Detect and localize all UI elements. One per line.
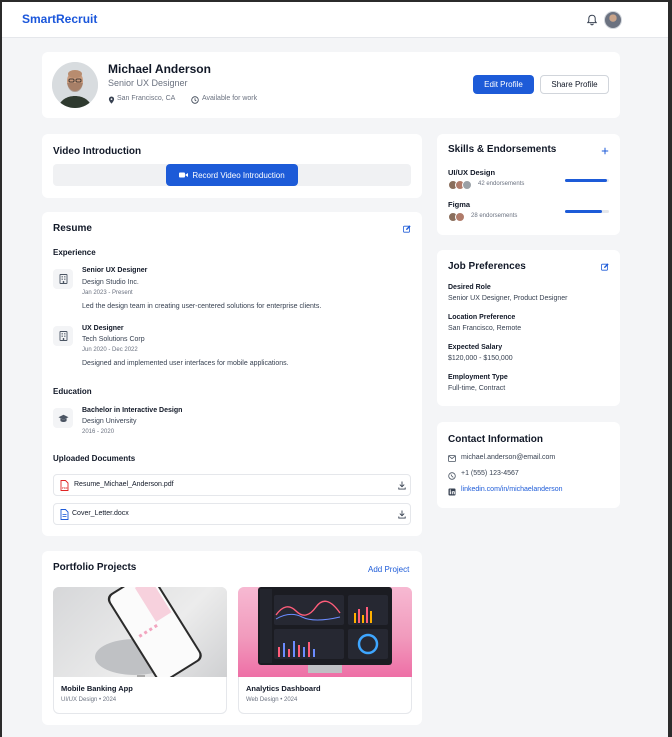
- building-icon: [53, 326, 73, 346]
- user-avatar[interactable]: [604, 11, 622, 29]
- contact-linkedin-link[interactable]: linkedin.com/in/michaelanderson: [461, 486, 563, 493]
- profile-header-card: Michael Anderson Senior UX Designer San …: [42, 52, 620, 118]
- edit-icon[interactable]: [403, 225, 411, 233]
- preferences-heading: Job Preferences: [448, 261, 526, 272]
- download-icon[interactable]: [398, 481, 406, 490]
- contact-heading: Contact Information: [448, 434, 543, 445]
- skill-level-fill: [565, 179, 607, 182]
- mail-icon: [448, 455, 456, 462]
- project-meta: Web Design • 2024: [246, 697, 298, 703]
- building-icon: [53, 269, 73, 289]
- preference-value: Full-time, Contract: [448, 385, 506, 392]
- phone-icon: [448, 472, 456, 480]
- skill-endorsements: 42 endorsements: [478, 181, 525, 187]
- contact-card: Contact Information michael.anderson@ema…: [437, 422, 620, 508]
- skill-name: UI/UX Design: [448, 168, 496, 177]
- skill-level-bar: [565, 179, 609, 182]
- endorser-avatars: [448, 180, 474, 190]
- skills-heading: Skills & Endorsements: [448, 144, 557, 155]
- record-video-button[interactable]: Record Video Introduction: [166, 164, 298, 186]
- preference-label: Expected Salary: [448, 344, 503, 351]
- project-title: Mobile Banking App: [61, 684, 133, 693]
- experience-role: Senior UX Designer: [82, 267, 148, 274]
- plus-icon[interactable]: [601, 147, 609, 155]
- video-camera-icon: [179, 172, 189, 178]
- profile-avatar: [52, 62, 98, 108]
- pdf-file-icon: PDF: [60, 480, 69, 491]
- svg-text:PDF: PDF: [62, 486, 68, 490]
- project-meta: UI/UX Design • 2024: [61, 697, 117, 703]
- brand-logo[interactable]: SmartRecruit: [22, 12, 97, 26]
- project-card-analytics-dashboard[interactable]: Analytics Dashboard Web Design • 2024: [238, 587, 412, 714]
- education-heading: Education: [53, 387, 92, 396]
- education-dates: 2016 - 2020: [82, 429, 115, 435]
- portfolio-card: Portfolio Projects Add Project Mobile Ba…: [42, 551, 422, 725]
- experience-description: Led the design team in creating user-cen…: [82, 303, 322, 310]
- skill-level-bar: [565, 210, 609, 213]
- experience-heading: Experience: [53, 248, 96, 257]
- linkedin-icon: [448, 488, 456, 496]
- profile-availability: Available for work: [202, 95, 258, 102]
- record-video-label: Record Video Introduction: [192, 170, 285, 180]
- experience-dates: Jun 2020 - Dec 2022: [82, 347, 138, 353]
- education-degree: Bachelor in Interactive Design: [82, 407, 183, 414]
- skill-name: Figma: [448, 200, 471, 209]
- project-thumbnail: [53, 587, 227, 677]
- project-thumbnail: [238, 587, 412, 677]
- job-preferences-card: Job Preferences Desired Role Senior UX D…: [437, 250, 620, 406]
- profile-location: San Francisco, CA: [117, 95, 176, 102]
- preference-label: Location Preference: [448, 314, 516, 321]
- preference-value: San Francisco, Remote: [448, 325, 522, 332]
- clock-icon: [191, 96, 199, 104]
- experience-dates: Jan 2023 - Present: [82, 290, 133, 296]
- profile-title: Senior UX Designer: [108, 78, 188, 88]
- documents-heading: Uploaded Documents: [53, 454, 136, 463]
- document-row[interactable]: PDF Resume_Michael_Anderson.pdf: [53, 474, 411, 496]
- education-school: Design University: [82, 418, 137, 425]
- bell-icon[interactable]: [585, 13, 599, 27]
- skill-level-fill: [565, 210, 603, 213]
- document-name: Cover_Letter.docx: [72, 510, 129, 517]
- experience-company: Design Studio Inc.: [82, 279, 139, 286]
- location-pin-icon: [108, 96, 115, 104]
- video-heading: Video Introduction: [53, 146, 142, 157]
- portfolio-heading: Portfolio Projects: [53, 562, 137, 573]
- project-card-mobile-banking[interactable]: Mobile Banking App UI/UX Design • 2024: [53, 587, 227, 714]
- document-name: Resume_Michael_Anderson.pdf: [74, 481, 174, 488]
- resume-card: Resume Experience Senior UX Designer Des…: [42, 212, 422, 536]
- edit-icon[interactable]: [601, 263, 609, 271]
- project-title: Analytics Dashboard: [246, 684, 321, 693]
- download-icon[interactable]: [398, 510, 406, 519]
- profile-name: Michael Anderson: [108, 62, 211, 76]
- preference-label: Desired Role: [448, 284, 491, 291]
- experience-company: Tech Solutions Corp: [82, 336, 145, 343]
- preference-value: Senior UX Designer, Product Designer: [448, 295, 568, 302]
- top-bar: SmartRecruit: [2, 2, 668, 38]
- word-file-icon: [60, 509, 69, 520]
- resume-heading: Resume: [53, 223, 92, 234]
- experience-role: UX Designer: [82, 325, 124, 332]
- add-project-link[interactable]: Add Project: [368, 565, 409, 574]
- share-profile-button[interactable]: Share Profile: [540, 75, 609, 94]
- preference-label: Employment Type: [448, 374, 508, 381]
- video-introduction-card: Video Introduction Record Video Introduc…: [42, 134, 422, 198]
- graduation-cap-icon: [53, 408, 73, 428]
- preference-value: $120,000 - $150,000: [448, 355, 513, 362]
- contact-email[interactable]: michael.anderson@email.com: [461, 454, 555, 461]
- experience-description: Designed and implemented user interfaces…: [82, 360, 289, 367]
- endorser-avatars: [448, 212, 468, 222]
- document-row[interactable]: Cover_Letter.docx: [53, 503, 411, 525]
- skill-endorsements: 28 endorsements: [471, 213, 518, 219]
- contact-phone[interactable]: +1 (555) 123-4567: [461, 470, 519, 477]
- edit-profile-button[interactable]: Edit Profile: [473, 75, 534, 94]
- skills-card: Skills & Endorsements UI/UX Design 42 en…: [437, 134, 620, 235]
